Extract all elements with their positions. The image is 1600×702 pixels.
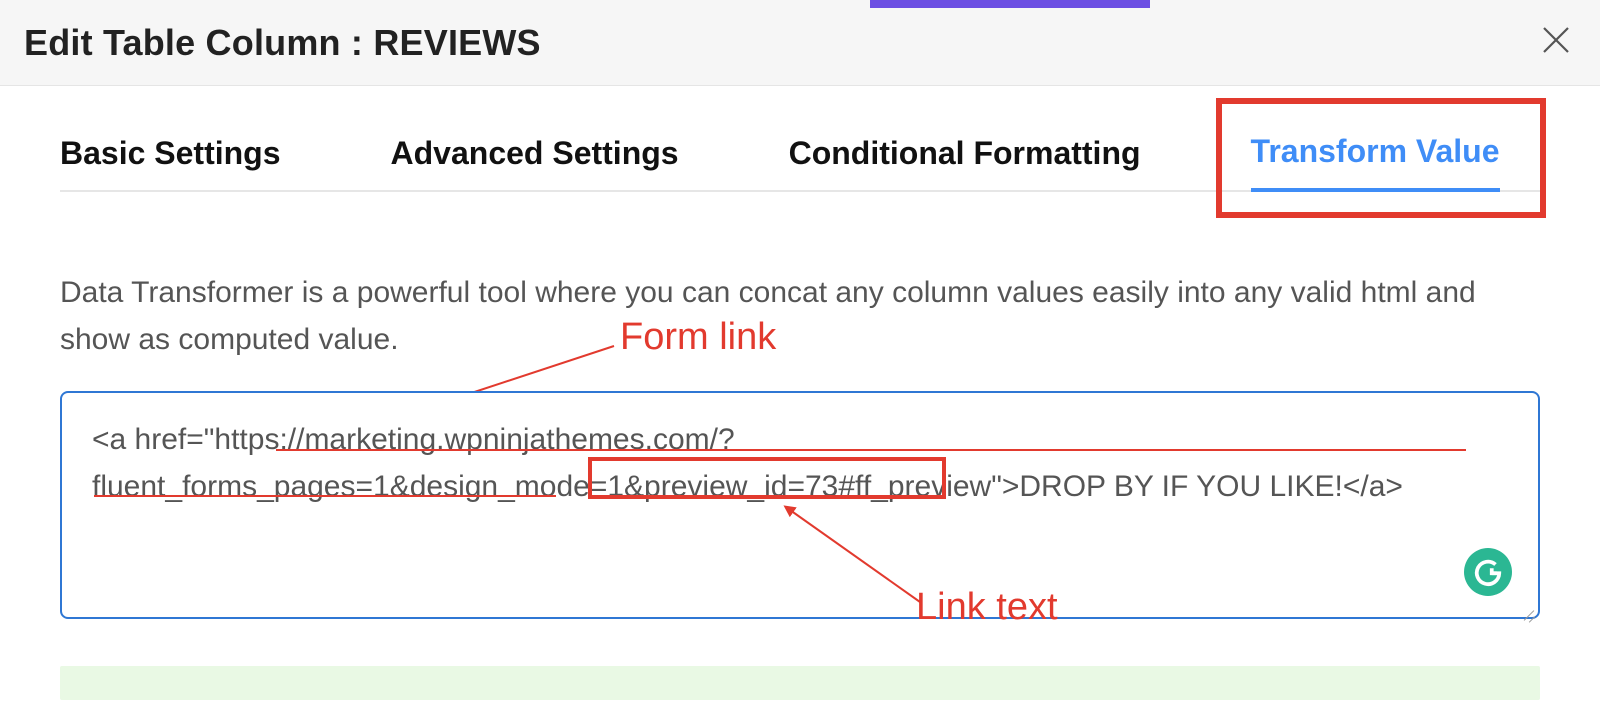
purple-accent-bar [870,0,1150,8]
tab-transform-value[interactable]: Transform Value [1251,133,1500,192]
tab-basic-settings[interactable]: Basic Settings [60,135,281,190]
modal-body: Basic Settings Advanced Settings Conditi… [0,86,1600,700]
tab-bar: Basic Settings Advanced Settings Conditi… [60,126,1540,192]
transformer-textarea[interactable] [60,391,1540,619]
tab-conditional-formatting[interactable]: Conditional Formatting [789,135,1141,190]
modal-header: Edit Table Column : REVIEWS [0,0,1600,86]
success-strip [60,666,1540,700]
grammarly-icon [1473,557,1503,587]
close-icon [1538,22,1574,58]
transformer-textarea-wrap [60,391,1540,624]
tab-advanced-settings[interactable]: Advanced Settings [391,135,679,190]
close-button[interactable] [1538,22,1574,58]
transformer-description: Data Transformer is a powerful tool wher… [60,270,1540,363]
modal-title: Edit Table Column : REVIEWS [24,22,541,64]
grammarly-badge[interactable] [1464,548,1512,596]
